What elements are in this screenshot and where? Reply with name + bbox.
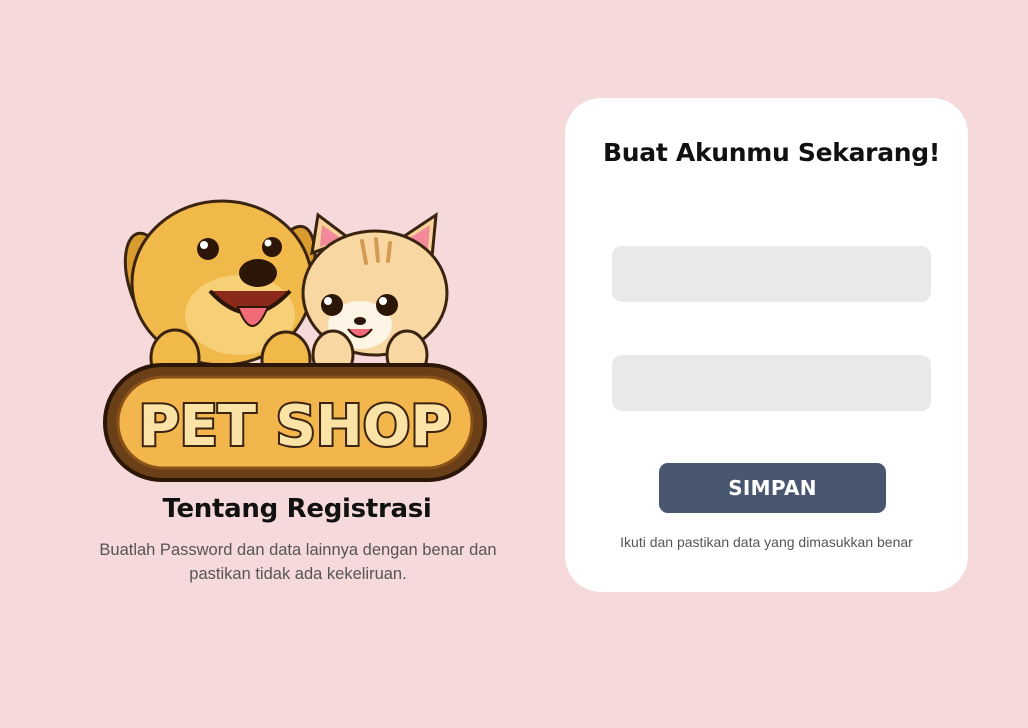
shop-sign: PET SHOP (103, 363, 487, 482)
second-input-field[interactable] (612, 355, 931, 411)
about-description: Buatlah Password dan data lainnya dengan… (99, 541, 497, 583)
register-card: Buat Akunmu Sekarang! SIMPAN Ikuti dan p… (565, 98, 968, 592)
form-title: Buat Akunmu Sekarang! (603, 138, 940, 167)
first-input-field[interactable] (612, 246, 931, 302)
logo-text: PET SHOP (139, 394, 452, 459)
save-button[interactable]: SIMPAN (659, 463, 886, 513)
about-title: Tentang Registrasi (162, 494, 432, 524)
form-hint: Ikuti dan pastikan data yang dimasukkan … (620, 534, 913, 550)
pet-shop-logo: PET SHOP (100, 195, 490, 485)
